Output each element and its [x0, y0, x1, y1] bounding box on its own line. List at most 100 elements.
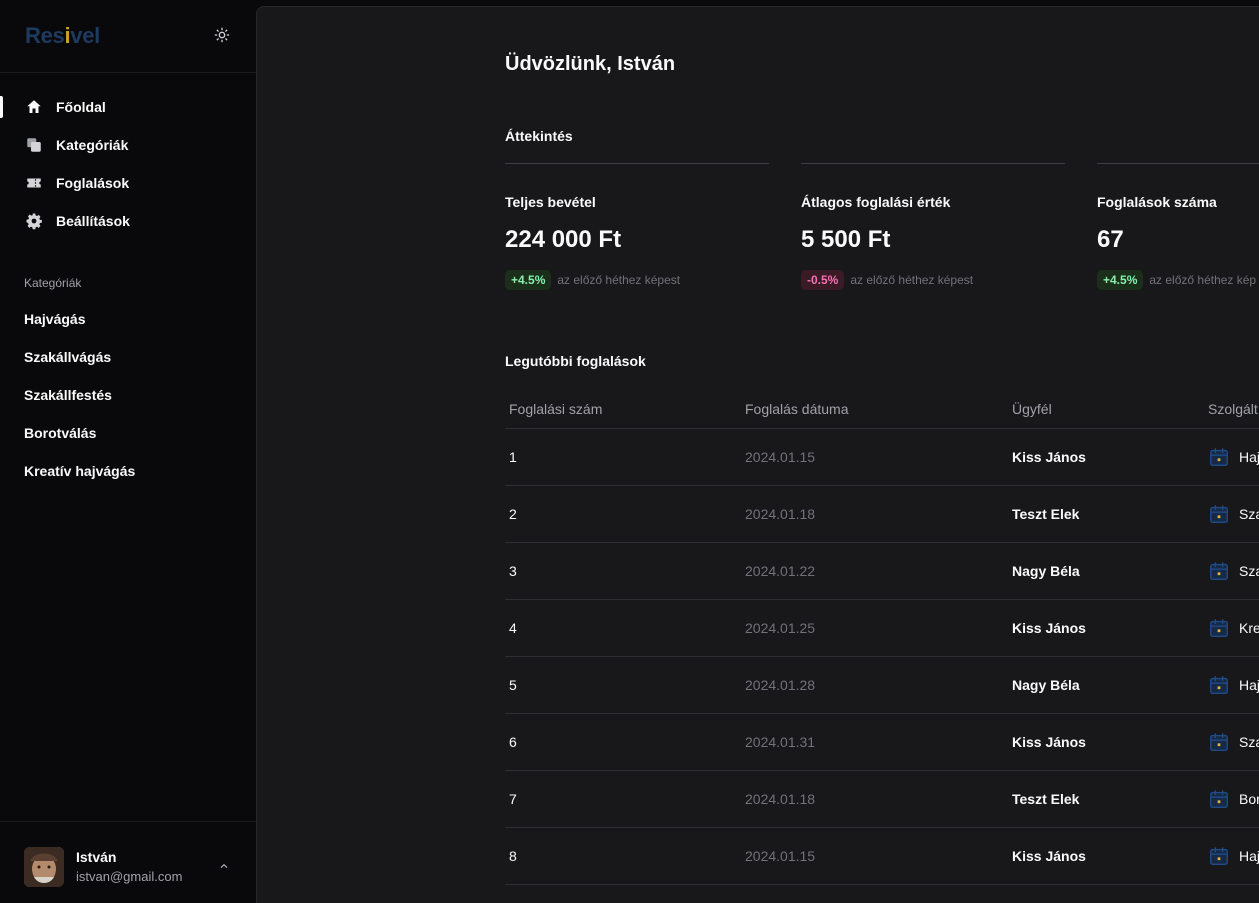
category-item[interactable]: Kreatív hajvágás: [0, 452, 256, 490]
calendar-icon: [1210, 448, 1228, 466]
service-cell: Haj: [1208, 674, 1259, 696]
recent-bookings-title: Legutóbbi foglalások: [505, 353, 646, 369]
column-header[interactable]: Foglalási szám: [509, 401, 602, 417]
trend-badge: +4.5%: [505, 270, 552, 290]
service-cell: Haj: [1208, 845, 1259, 867]
service-name: Haj: [1239, 677, 1259, 693]
table-row[interactable]: 4 2024.01.25 Kiss János Kre: [505, 600, 1259, 657]
table-row[interactable]: 8 2024.01.15 Kiss János Haj: [505, 828, 1259, 885]
client-name: Teszt Elek: [1012, 506, 1080, 522]
app-root: Resivel Főoldal Kategóriák Foglalások Be…: [0, 0, 1259, 903]
booking-date: 2024.01.31: [745, 734, 816, 750]
stat-delta: +4.5% az előző héthez képest: [505, 270, 680, 290]
calendar-icon: [1210, 619, 1228, 637]
booking-id: 7: [509, 791, 517, 807]
nav-item-settings[interactable]: Beállítások: [0, 202, 256, 240]
logo-text-a: Res: [25, 23, 65, 48]
chevron-up-icon[interactable]: [216, 858, 232, 874]
service-name: Haj: [1239, 848, 1259, 864]
main-nav: Főoldal Kategóriák Foglalások Beállításo…: [0, 88, 256, 240]
nav-item-bookings[interactable]: Foglalások: [0, 164, 256, 202]
column-header[interactable]: Foglalás dátuma: [745, 401, 849, 417]
booking-id: 5: [509, 677, 517, 693]
booking-date: 2024.01.15: [745, 848, 816, 864]
category-item[interactable]: Szakállfestés: [0, 376, 256, 414]
stat-delta: -0.5% az előző héthez képest: [801, 270, 973, 290]
copy-icon: [24, 135, 44, 155]
client-name: Nagy Béla: [1012, 563, 1080, 579]
table-row[interactable]: 2 2024.01.18 Teszt Elek Sza: [505, 486, 1259, 543]
table-row[interactable]: 3 2024.01.22 Nagy Béla Sza: [505, 543, 1259, 600]
stat-value: 224 000 Ft: [505, 226, 622, 253]
category-item[interactable]: Borotválás: [0, 414, 256, 452]
client-name: Kiss János: [1012, 449, 1086, 465]
user-menu[interactable]: István istvan@gmail.com: [0, 821, 256, 903]
categories-section-label: Kategóriák: [24, 276, 82, 290]
nav-item-home[interactable]: Főoldal: [0, 88, 256, 126]
stat-card-booking-count: Foglalások száma 67 +4.5% az előző héthe…: [1097, 163, 1259, 290]
booking-date: 2024.01.15: [745, 449, 816, 465]
nav-item-categories[interactable]: Kategóriák: [0, 126, 256, 164]
gear-icon: [24, 211, 44, 231]
booking-date: 2024.01.18: [745, 506, 816, 522]
table-row[interactable]: 1 2024.01.15 Kiss János Haj: [505, 429, 1259, 486]
stat-value: 67: [1097, 226, 1124, 253]
compare-text: az előző héthez kép: [1149, 273, 1257, 287]
table-row[interactable]: 5 2024.01.28 Nagy Béla Haj: [505, 657, 1259, 714]
ticket-icon: [24, 173, 44, 193]
nav-item-label: Kategóriák: [56, 137, 129, 153]
booking-id: 4: [509, 620, 517, 636]
table-header: Foglalási szám Foglalás dátuma Ügyfél Sz…: [505, 387, 1259, 429]
booking-id: 1: [509, 449, 517, 465]
booking-id: 6: [509, 734, 517, 750]
service-name: Sza: [1239, 563, 1259, 579]
main-panel: Üdvözlünk, István Áttekintés Teljes bevé…: [256, 6, 1259, 903]
logo[interactable]: Resivel: [25, 23, 100, 49]
booking-date: 2024.01.25: [745, 620, 816, 636]
trend-badge: +4.5%: [1097, 270, 1144, 290]
service-name: Sza: [1239, 734, 1259, 750]
client-name: Kiss János: [1012, 620, 1086, 636]
client-name: Kiss János: [1012, 848, 1086, 864]
column-header[interactable]: Ügyfél: [1012, 401, 1052, 417]
logo-text-c: vel: [70, 23, 100, 48]
user-email: istvan@gmail.com: [76, 869, 183, 884]
nav-item-label: Foglalások: [56, 175, 130, 191]
nav-item-label: Főoldal: [56, 99, 106, 115]
theme-toggle-button[interactable]: [211, 24, 233, 46]
booking-id: 2: [509, 506, 517, 522]
page-title: Üdvözlünk, István: [505, 53, 676, 75]
table-row[interactable]: 7 2024.01.18 Teszt Elek Bor: [505, 771, 1259, 828]
sun-icon: [214, 27, 230, 43]
calendar-icon: [1210, 847, 1228, 865]
compare-text: az előző héthez képest: [850, 273, 974, 287]
table-row[interactable]: 6 2024.01.31 Kiss János Sza: [505, 714, 1259, 771]
service-cell: Kre: [1208, 617, 1259, 639]
service-name: Kre: [1239, 620, 1259, 636]
overview-title: Áttekintés: [505, 128, 573, 144]
stat-label: Teljes bevétel: [505, 194, 596, 210]
sidebar: Resivel Főoldal Kategóriák Foglalások Be…: [0, 0, 256, 903]
bookings-table: Foglalási szám Foglalás dátuma Ügyfél Sz…: [505, 387, 1259, 885]
booking-id: 8: [509, 848, 517, 864]
category-item[interactable]: Hajvágás: [0, 300, 256, 338]
service-name: Sza: [1239, 506, 1259, 522]
booking-date: 2024.01.18: [745, 791, 816, 807]
calendar-icon: [1210, 505, 1228, 523]
stat-label: Foglalások száma: [1097, 194, 1217, 210]
table-body: 1 2024.01.15 Kiss János Haj 2 2024.01.18 Teszt…: [505, 429, 1259, 885]
calendar-icon: [1210, 790, 1228, 808]
brand-header: Resivel: [0, 0, 256, 73]
service-cell: Haj: [1208, 446, 1259, 468]
service-name: Haj: [1239, 449, 1259, 465]
client-name: Nagy Béla: [1012, 677, 1080, 693]
stat-delta: +4.5% az előző héthez kép: [1097, 270, 1256, 290]
avatar: [24, 847, 64, 887]
calendar-icon: [1210, 676, 1228, 694]
stat-card-revenue: Teljes bevétel 224 000 Ft +4.5% az előző…: [505, 163, 769, 290]
calendar-icon: [1210, 733, 1228, 751]
category-item[interactable]: Szakállvágás: [0, 338, 256, 376]
user-name: István: [76, 849, 117, 865]
service-cell: Sza: [1208, 503, 1259, 525]
column-header[interactable]: Szolgált: [1208, 401, 1258, 417]
